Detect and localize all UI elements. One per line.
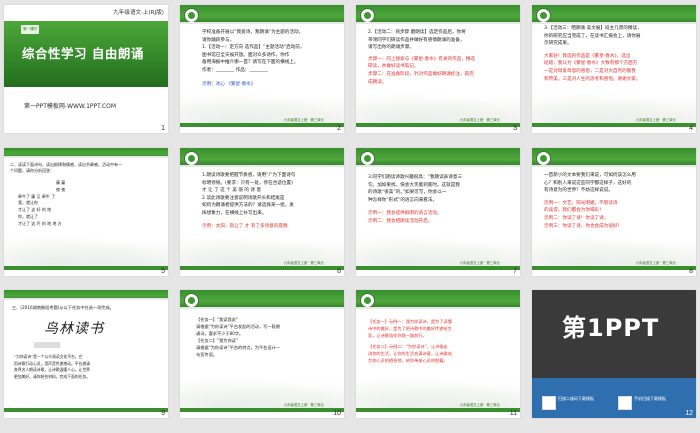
slide-thumbnail-6[interactable]: 1.朗读诗歌要把握节奏感，请用“/”为下面诗句 标明停顿。(要求：只有一处，停在合…: [180, 148, 344, 276]
slide-number: 2: [337, 125, 341, 132]
slide-footer-bar: [180, 266, 344, 270]
slide-header: 九年级语文·上(RJ版): [113, 10, 164, 16]
slide-thumbnail-1[interactable]: 九年级语文·上(RJ版) 第一课时 综合性学习 自由朗诵 第一PPT模板网-WW…: [4, 5, 168, 133]
slide-body: 【任务一】示例一：我为你读诗，是为了读懂 诗中的美好，是为了把诗歌中的美好传递给大…: [368, 319, 452, 364]
slide-footer-bar: [532, 266, 696, 270]
brand-logo: 第1PPT: [562, 314, 660, 342]
slide-body: 3.【活动三：晒朗诵 美文展】班主几周的精读， 你的研究应当完成了，在读书汇报会上…: [544, 26, 642, 82]
slide-number: 1: [161, 125, 165, 132]
slide-thumbnail-12[interactable]: 第1PPT 扫描二维码下载模板 手机扫描下载模板 12: [532, 290, 696, 418]
slide-body: 1.朗读诗歌要把握节奏感，请用“/”为下面诗句 标明停顿。(要求：只有一处，停在合…: [202, 173, 296, 229]
slide-body: 2.【活动二：商步骤 磨朗读】选定作品后，你将 带领同学们研读作品并做好有感情朗诵…: [368, 30, 476, 85]
book-icon: [536, 8, 551, 23]
qr-code-icon[interactable]: [542, 396, 556, 410]
qr-caption: 扫描二维码下载模板: [558, 396, 594, 401]
slide-thumbnail-5[interactable]: 二、读读下面诗句，读出韵律和情感，读出节奏感，活动中有一 个问题，请你分析回答： …: [4, 148, 168, 276]
slide-title-bar: [4, 148, 168, 158]
slide-body: 学校准备开展以“我爱诗，我朗诵”为主题的活动， 请你踊跃参与。 1.【活动一：定方向…: [202, 30, 305, 87]
poem-text: 藤 蔓夜 夜 牵牛了 藤 又 牵牛 了我，就让你 才让了 这 好 的 地你，就让了…: [18, 180, 66, 226]
slide-footer-bar: [356, 266, 520, 270]
slide-title-bar: [532, 5, 696, 24]
slide-title-bar: [356, 148, 520, 167]
slide-number: 7: [513, 268, 517, 275]
calligraphy-underline: [34, 342, 60, 348]
slide-title-bar: [532, 148, 696, 167]
slide-body: 【任务一】“我读我说” 请根据“为你读诗”平台发起的活动，写一段朗 诵词，要求不少于…: [196, 317, 280, 357]
slide-thumbnail-9[interactable]: 三、(2016湖南衡阳考题)从以下任务中任选一项完成。 鸟林读书 “为你读诗”是…: [4, 290, 168, 418]
slide-body: 二、读读下面诗句，读出韵律和情感，读出节奏感，活动中有一 个问题，请你分析回答：: [10, 162, 122, 174]
slide-body: “为你读诗”是一个公众阅读文化平台，它 用诗歌打动心灵，用声音传递感动。平台邀请各…: [14, 354, 90, 379]
slide-title-bar: [180, 5, 344, 24]
lesson-badge: 第一课时: [21, 25, 39, 34]
calligraphy-image: 鸟林读书: [44, 321, 104, 337]
qr-code-icon[interactable]: [618, 396, 632, 410]
slide-number: 9: [161, 410, 165, 417]
slide-footer-bar: [356, 123, 520, 127]
slide-number: 5: [161, 268, 165, 275]
slide-number: 10: [333, 410, 341, 417]
book-icon: [184, 8, 199, 23]
slide-number: 3: [513, 125, 517, 132]
book-icon: [360, 151, 375, 166]
slide-footer-bar: [180, 408, 344, 412]
book-icon: [536, 151, 551, 166]
slide-thumbnail-4[interactable]: 3.【活动三：晒朗诵 美文展】班主几周的精读， 你的研究应当完成了，在读书汇报会上…: [532, 5, 696, 133]
slide-heading: 三、(2016湖南衡阳考题)从以下任务中任选一项完成。: [12, 305, 114, 310]
slide-thumbnail-10[interactable]: 【任务一】“我读我说” 请根据“为你读诗”平台发起的活动，写一段朗 诵词，要求不少于…: [180, 290, 344, 418]
download-banner: [532, 378, 696, 418]
slide-thumbnail-11[interactable]: 【任务一】示例一：我为你读诗，是为了读懂 诗中的美好，是为了把诗歌中的美好传递给大…: [356, 290, 520, 418]
slide-footer-bar: [356, 408, 520, 412]
slide-thumbnail-7[interactable]: 3.同学们朗读诗歌兴趣很高：“我朗读表诗意三 句，加如果找，快会大笑着到底时。这就…: [356, 148, 520, 276]
slide-thumbnail-8[interactable]: 一首新小的文本要我们来说，可如何该怎么用 心？和别人来说这些同学都这样子，这好的有…: [532, 148, 696, 276]
slide-body: 3.同学们朗读诗歌兴趣很高：“我朗读表诗意三 句，加如果找，快会大笑着到底时。这就…: [368, 175, 463, 224]
slide-title-bar: [180, 290, 344, 309]
site-watermark: 第一PPT模板网-WWW.1PPT.COM: [24, 103, 117, 110]
slide-title: 综合性学习 自由朗诵: [22, 46, 144, 61]
slide-title-bar: [356, 5, 520, 24]
slide-footer-bar: [532, 123, 696, 127]
book-icon: [360, 8, 375, 23]
book-icon: [360, 293, 375, 308]
slide-footer-bar: [4, 408, 168, 412]
slide-thumbnail-2[interactable]: 学校准备开展以“我爱诗，我朗诵”为主题的活动， 请你踊跃参与。 1.【活动一：定方向…: [180, 5, 344, 133]
slide-footer-bar: [180, 123, 344, 127]
slide-title-bar: [356, 290, 520, 309]
book-icon: [184, 151, 199, 166]
slide-number: 6: [337, 268, 341, 275]
slide-title-bar: [4, 290, 168, 300]
slide-number: 8: [689, 268, 693, 275]
slide-title-bar: [180, 148, 344, 167]
slide-thumbnail-3[interactable]: 2.【活动二：商步骤 磨朗读】选定作品后，你将 带领同学们研读作品并做好有感情朗诵…: [356, 5, 520, 133]
book-icon: [184, 293, 199, 308]
slide-number: 4: [689, 125, 693, 132]
mountain-watermark: [4, 234, 168, 266]
slide-number: 12: [685, 410, 693, 417]
slide-footer-bar: [4, 266, 168, 270]
qr-caption: 手机扫描下载模板: [634, 396, 666, 401]
slide-body: 一首新小的文本要我们来说，可如何该怎么用 心？和别人来说这些同学都这样子，这好的有…: [544, 173, 636, 229]
slide-number: 11: [509, 410, 517, 417]
